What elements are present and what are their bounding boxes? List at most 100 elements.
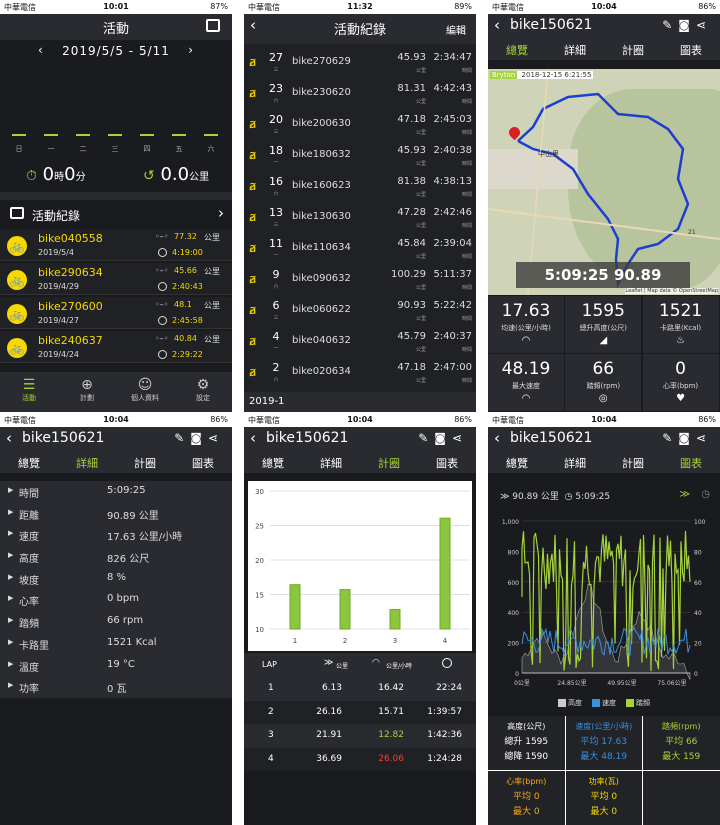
tab-details[interactable]: 詳細	[546, 42, 604, 58]
lap-row[interactable]: 2 26.16 15.71 1:39:57	[244, 700, 476, 724]
nav-plan[interactable]: ⊕ 計劃	[58, 372, 116, 403]
list-icon: ☰	[22, 377, 36, 393]
activity-row[interactable]: ⱥ 2 六 bike020634 47.18 公里 2:47:00 時間	[244, 357, 476, 388]
detail-row[interactable]: ▶ 溫度 19 °C	[0, 655, 232, 677]
activity-row[interactable]: ⱥ 9 六 bike090632 100.29 公里 5:11:37 時間	[244, 264, 476, 295]
activity-row[interactable]: ⱥ 4 一 bike040632 45.79 公里 2:40:37 時間	[244, 326, 476, 357]
edit-button[interactable]: 編輯	[446, 22, 466, 37]
camera-icon[interactable]: ◙	[434, 431, 452, 445]
x-tick-label: 75.06公里	[657, 680, 686, 687]
tab-details[interactable]: 詳細	[546, 455, 604, 471]
detail-row[interactable]: ▶ 卡路里 1521 Kcal	[0, 633, 232, 655]
tab-charts[interactable]: 圖表	[662, 42, 720, 58]
tab-laps[interactable]: 計圈	[360, 455, 418, 471]
activity-title: bike150621	[22, 430, 105, 446]
lap-bar[interactable]	[339, 589, 351, 630]
detail-row[interactable]: ▶ 功率 0 瓦	[0, 676, 232, 698]
activity-name: bike200630	[292, 118, 351, 129]
lap-bar[interactable]	[389, 609, 401, 630]
bike-icon: 🚲	[7, 270, 27, 290]
tab-charts[interactable]: 圖表	[174, 455, 232, 471]
list-icon	[10, 207, 24, 219]
back-button[interactable]: ‹	[250, 429, 256, 447]
lap-row[interactable]: 1 6.13 16.42 22:24	[244, 677, 476, 701]
tab-overview[interactable]: 總覽	[488, 42, 546, 58]
activity-duration: 2:39:04	[433, 238, 472, 249]
back-button[interactable]: ‹	[494, 16, 500, 34]
back-button[interactable]: ‹	[6, 429, 12, 447]
stat-value: 1521	[658, 301, 703, 321]
edit-icon[interactable]: ✎	[662, 18, 678, 32]
detail-row[interactable]: ▶ 時間 5:09:25	[0, 481, 232, 503]
lap-distance: 26.16	[316, 706, 342, 717]
ride-item[interactable]: 🚲 bike270600 2019/4/27 ◦–◦ 48.1 公里 2:45:58	[0, 297, 232, 329]
tab-overview[interactable]: 總覽	[0, 455, 58, 471]
lap-bar[interactable]	[289, 584, 301, 630]
distance-unit: 公里	[415, 254, 426, 260]
share-icon[interactable]: ⋖	[696, 18, 712, 32]
trend-chart: 0 0 200 20 400 40 600 60 800 80 1,000 100 0公里 24.85公里…	[502, 519, 706, 687]
tab-laps[interactable]: 計圈	[604, 455, 662, 471]
lap-row[interactable]: 4 36.69 26.06 1:24:28	[244, 747, 476, 771]
activity-row[interactable]: ⱥ 23 六 bike230620 81.31 公里 4:42:43 時間	[244, 78, 476, 109]
lap-row[interactable]: 3 21.91 12.82 1:42:36	[244, 724, 476, 748]
tab-details[interactable]: 詳細	[302, 455, 360, 471]
edit-icon[interactable]: ✎	[418, 431, 434, 445]
axis-toggle-distance[interactable]: ≫	[680, 489, 690, 500]
header-actions: ✎◙⋖	[662, 18, 712, 32]
chart-legend: 高度 速度 踏頻	[488, 698, 720, 712]
next-week-button[interactable]: ›	[188, 43, 194, 57]
edit-icon[interactable]: ✎	[662, 431, 678, 445]
activity-row[interactable]: ⱥ 13 三 bike130630 47.28 公里 2:42:46 時間	[244, 202, 476, 233]
nav-activity[interactable]: ☰ 活動	[0, 372, 58, 403]
detail-row[interactable]: ▶ 高度 826 公尺	[0, 546, 232, 568]
tab-charts[interactable]: 圖表	[662, 455, 720, 471]
calendar-icon[interactable]	[206, 19, 220, 32]
activity-row[interactable]: ⱥ 6 三 bike060622 90.93 公里 5:22:42 時間	[244, 295, 476, 326]
activity-row[interactable]: ⱥ 16 六 bike160623 81.38 公里 4:38:13 時間	[244, 171, 476, 202]
activity-row[interactable]: ⱥ 20 三 bike200630 47.18 公里 2:45:03 時間	[244, 109, 476, 140]
expand-arrow-icon: ▶	[8, 551, 14, 560]
activity-row[interactable]: ⱥ 11 一 bike110634 45.84 公里 2:39:04 時間	[244, 233, 476, 264]
tab-charts[interactable]: 圖表	[418, 455, 476, 471]
detail-row[interactable]: ▶ 距離 90.89 公里	[0, 503, 232, 525]
share-icon[interactable]: ⋖	[696, 431, 712, 445]
detail-row[interactable]: ▶ 心率 0 bpm	[0, 589, 232, 611]
back-button[interactable]: ‹	[494, 429, 500, 447]
detail-row[interactable]: ▶ 踏頻 66 rpm	[0, 611, 232, 633]
lap-bar[interactable]	[439, 517, 451, 630]
summary-line-2: 最大 48.19	[580, 752, 628, 762]
tab-overview[interactable]: 總覽	[244, 455, 302, 471]
month-footer: 2019-1	[244, 392, 476, 412]
ride-item[interactable]: 🚲 bike040558 2019/5/4 ◦–◦ 77.32 公里 4:19:00	[0, 229, 232, 261]
camera-icon[interactable]: ◙	[678, 18, 696, 32]
detail-row[interactable]: ▶ 速度 17.63 公里/小時	[0, 524, 232, 546]
tab-details[interactable]: 詳細	[58, 455, 116, 471]
nav-settings[interactable]: ⚙ 設定	[174, 372, 232, 403]
day-number: 4	[272, 330, 280, 343]
stat-label: 踏頻(rpm)	[586, 382, 621, 390]
axis-toggle-time[interactable]: ◷	[701, 489, 710, 500]
legend-item: 踏頻	[626, 698, 650, 708]
tab-overview[interactable]: 總覽	[488, 455, 546, 471]
share-icon[interactable]: ⋖	[452, 431, 468, 445]
weekday: 六	[273, 377, 279, 383]
tab-laps[interactable]: 計圈	[604, 42, 662, 58]
activity-log-header[interactable]: 活動紀錄 ›	[0, 203, 232, 227]
route-map[interactable]: 中山里 21 Bryton 2018-12-15 6:21:55 5:09:25…	[488, 69, 720, 295]
camera-icon[interactable]: ◙	[678, 431, 696, 445]
clock-icon	[158, 282, 167, 291]
share-icon[interactable]: ⋖	[208, 431, 224, 445]
camera-icon[interactable]: ◙	[190, 431, 208, 445]
tab-laps[interactable]: 計圈	[116, 455, 174, 471]
activity-row[interactable]: ⱥ 27 三 bike270629 45.93 公里 2:34:47 時間	[244, 47, 476, 78]
ride-item[interactable]: 🚲 bike240637 2019/4/24 ◦–◦ 40.84 公里 2:29:22	[0, 331, 232, 363]
legend-swatch	[558, 699, 566, 707]
activity-distance: 90.93	[397, 300, 426, 311]
detail-row[interactable]: ▶ 坡度 8 %	[0, 568, 232, 590]
edit-icon[interactable]: ✎	[174, 431, 190, 445]
activity-row[interactable]: ⱥ 18 一 bike180632 45.93 公里 2:40:38 時間	[244, 140, 476, 171]
ride-duration: 2:40:43	[172, 282, 203, 291]
ride-item[interactable]: 🚲 bike290634 2019/4/29 ◦–◦ 45.66 公里 2:40:43	[0, 263, 232, 295]
nav-profile[interactable]: ☺ 個人資料	[116, 372, 174, 403]
